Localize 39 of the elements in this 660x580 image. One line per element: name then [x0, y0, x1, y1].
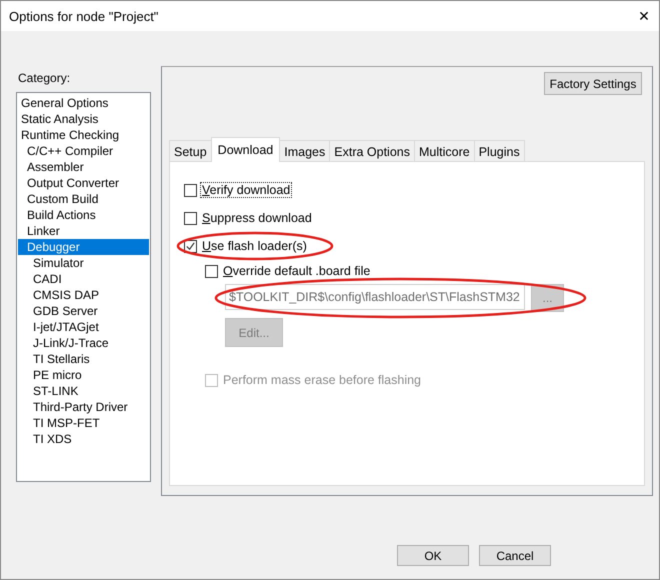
category-item[interactable]: Linker	[18, 223, 149, 239]
category-item[interactable]: General Options	[18, 95, 149, 111]
tab[interactable]: Setup	[169, 140, 212, 162]
category-item[interactable]: Assembler	[18, 159, 149, 175]
category-item[interactable]: Output Converter	[18, 175, 149, 191]
factory-settings-button[interactable]: Factory Settings	[544, 72, 642, 95]
category-item[interactable]: Custom Build	[18, 191, 149, 207]
category-item[interactable]: Static Analysis	[18, 111, 149, 127]
tab[interactable]: Download	[210, 137, 280, 162]
window-title: Options for node "Project"	[9, 8, 158, 24]
close-button[interactable]: ✕	[629, 1, 659, 31]
category-item[interactable]: CMSIS DAP	[18, 287, 149, 303]
checkbox[interactable]	[184, 184, 197, 196]
category-item[interactable]: TI MSP-FET	[18, 415, 149, 431]
checkbox-label[interactable]: Suppress download	[200, 210, 314, 226]
category-item[interactable]: ST-LINK	[18, 383, 149, 399]
category-item[interactable]: J-Link/J-Trace	[18, 335, 149, 351]
category-item[interactable]: Build Actions	[18, 207, 149, 223]
tab[interactable]: Images	[279, 140, 330, 162]
dialog-button[interactable]: OK	[397, 545, 469, 566]
checkbox-label[interactable]: Override default .board file	[221, 263, 372, 279]
checkbox-label[interactable]: Verify download	[200, 182, 292, 198]
tab[interactable]: Extra Options	[329, 140, 415, 162]
category-item[interactable]: Simulator	[18, 255, 149, 271]
category-label: Category:	[18, 71, 72, 85]
category-item[interactable]: TI Stellaris	[18, 351, 149, 367]
checkbox[interactable]	[184, 212, 197, 224]
category-item[interactable]: GDB Server	[18, 303, 149, 319]
dialog-button[interactable]: Cancel	[479, 545, 551, 566]
category-item[interactable]: PE micro	[18, 367, 149, 383]
category-item[interactable]: Third-Party Driver	[18, 399, 149, 415]
category-item[interactable]: I-jet/JTAGjet	[18, 319, 149, 335]
checkbox[interactable]	[205, 264, 218, 278]
category-item[interactable]: Runtime Checking	[18, 127, 149, 143]
tab[interactable]: Plugins	[474, 140, 525, 162]
category-item[interactable]: CADI	[18, 271, 149, 287]
category-item[interactable]: Debugger	[18, 239, 149, 255]
category-item[interactable]: C/C++ Compiler	[18, 143, 149, 159]
category-item[interactable]: TI XDS	[18, 431, 149, 447]
